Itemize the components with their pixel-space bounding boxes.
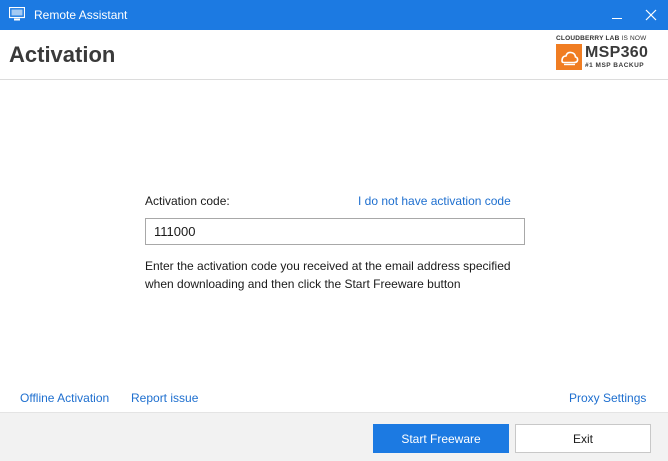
proxy-settings-link[interactable]: Proxy Settings bbox=[569, 391, 646, 405]
close-icon bbox=[645, 9, 657, 21]
monitor-icon bbox=[9, 7, 25, 21]
report-issue-link[interactable]: Report issue bbox=[131, 391, 198, 405]
logo-brand: MSP360 bbox=[585, 44, 649, 61]
activation-code-label: Activation code: bbox=[145, 194, 230, 208]
window-title: Remote Assistant bbox=[34, 8, 128, 22]
activation-code-input[interactable] bbox=[145, 218, 525, 245]
page-title: Activation bbox=[9, 42, 116, 67]
offline-activation-link[interactable]: Offline Activation bbox=[20, 391, 109, 405]
logo-tagline-suffix: IS NOW bbox=[621, 35, 647, 42]
start-freeware-button[interactable]: Start Freeware bbox=[373, 424, 509, 453]
msp360-logo: CLOUDBERRY LAB IS NOW MSP360 #1 MSP BACK… bbox=[556, 35, 660, 75]
exit-button[interactable]: Exit bbox=[515, 424, 651, 453]
activation-help-text: Enter the activation code you received a… bbox=[145, 259, 511, 291]
title-bar: Remote Assistant bbox=[0, 0, 668, 30]
close-button[interactable] bbox=[636, 0, 666, 30]
minimize-button[interactable] bbox=[602, 0, 632, 30]
logo-tagline-brand: CLOUDBERRY LAB bbox=[556, 35, 620, 42]
logo-subtitle: #1 MSP BACKUP bbox=[585, 62, 645, 69]
header: Activation CLOUDBERRY LAB IS NOW MSP360 … bbox=[0, 30, 668, 80]
cloud-logo-icon bbox=[556, 44, 582, 70]
no-activation-code-link[interactable]: I do not have activation code bbox=[358, 194, 511, 208]
button-bar: Start Freeware Exit bbox=[0, 412, 668, 461]
minimize-icon bbox=[612, 18, 622, 19]
logo-tagline: CLOUDBERRY LAB IS NOW bbox=[556, 35, 660, 42]
